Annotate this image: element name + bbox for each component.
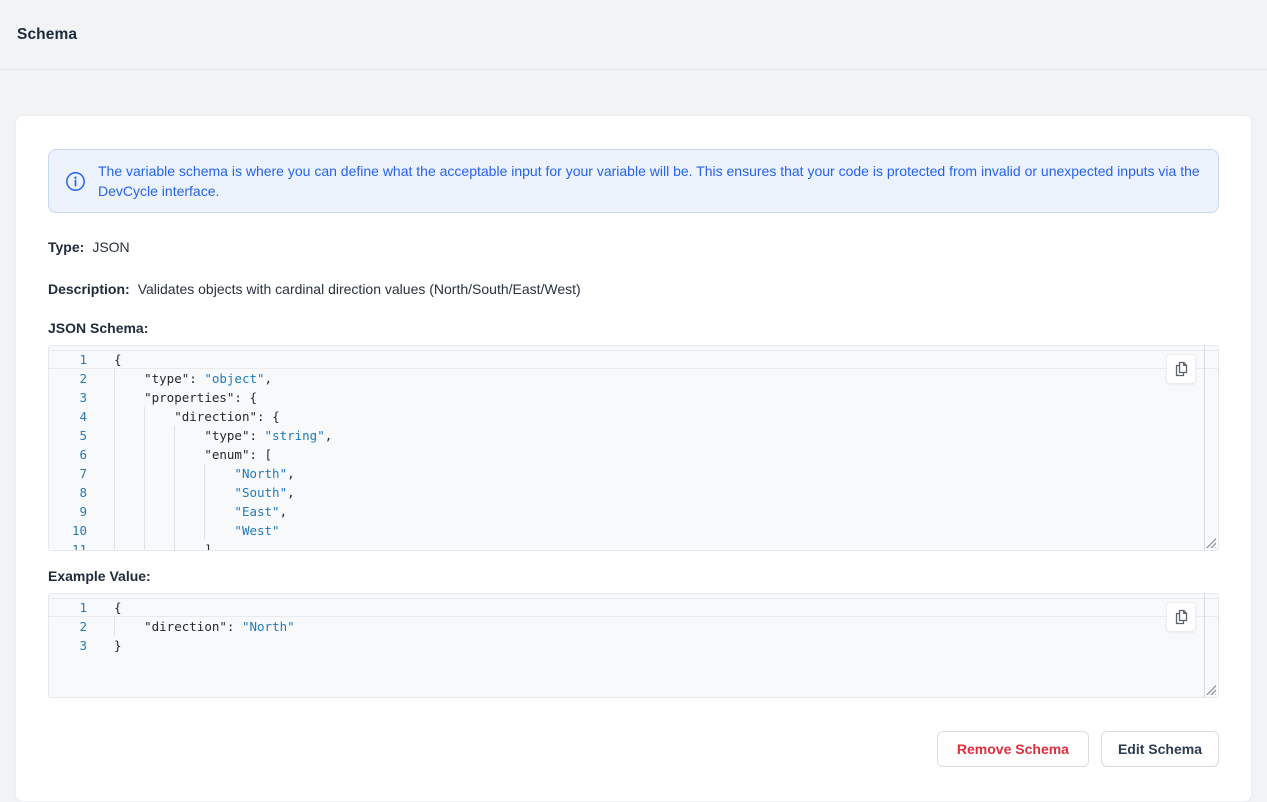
- copy-button[interactable]: [1166, 602, 1196, 632]
- code-text: {: [87, 352, 122, 367]
- code-text: "properties": {: [87, 390, 257, 405]
- json-schema-editor[interactable]: 1{2 "type": "object",3 "properties": {4 …: [48, 345, 1219, 551]
- line-number: 6: [49, 445, 87, 464]
- code-line: 2 "direction": "North": [49, 617, 1218, 636]
- code-text: "direction": {: [87, 409, 280, 424]
- code-text: "East",: [87, 504, 287, 519]
- indent-guide: [144, 407, 145, 426]
- type-value: JSON: [92, 239, 129, 255]
- example-value-label: Example Value:: [48, 568, 1219, 584]
- code-line: 1{: [49, 350, 1218, 369]
- code-text: ]: [87, 542, 212, 551]
- line-number: 2: [49, 369, 87, 388]
- copy-button[interactable]: [1166, 354, 1196, 384]
- code-line: 5 "type": "string",: [49, 426, 1218, 445]
- indent-guide: [174, 483, 175, 502]
- line-number: 3: [49, 636, 87, 655]
- indent-guide: [174, 540, 175, 551]
- indent-guide: [114, 464, 115, 483]
- page-header: Schema: [0, 0, 1267, 70]
- schema-card: The variable schema is where you can def…: [15, 115, 1252, 802]
- indent-guide: [204, 502, 205, 521]
- resize-handle[interactable]: [1205, 684, 1216, 695]
- code-line: 7 "North",: [49, 464, 1218, 483]
- indent-guide: [114, 617, 115, 636]
- info-icon: [65, 171, 86, 192]
- code-line: 9 "East",: [49, 502, 1218, 521]
- indent-guide: [144, 483, 145, 502]
- code-text: "direction": "North": [87, 619, 295, 634]
- indent-guide: [144, 540, 145, 551]
- code-text: "South",: [87, 485, 295, 500]
- remove-schema-button[interactable]: Remove Schema: [937, 731, 1089, 767]
- indent-guide: [114, 369, 115, 388]
- code-text: {: [87, 600, 122, 615]
- type-label: Type:: [48, 239, 84, 255]
- line-number: 4: [49, 407, 87, 426]
- footer-button-row: Remove Schema Edit Schema: [48, 731, 1219, 767]
- code-line: 4 "direction": {: [49, 407, 1218, 426]
- description-value: Validates objects with cardinal directio…: [138, 281, 581, 297]
- code-line: 11 ]: [49, 540, 1218, 551]
- json-schema-label: JSON Schema:: [48, 320, 1219, 336]
- indent-guide: [114, 502, 115, 521]
- editor-scrollbar[interactable]: [1204, 594, 1205, 697]
- alert-text: The variable schema is where you can def…: [98, 161, 1202, 201]
- indent-guide: [144, 426, 145, 445]
- editor-scrollbar[interactable]: [1204, 346, 1205, 550]
- line-number: 10: [49, 521, 87, 540]
- indent-guide: [174, 445, 175, 464]
- code-line: 10 "West": [49, 521, 1218, 540]
- indent-guide: [174, 521, 175, 540]
- indent-guide: [174, 426, 175, 445]
- indent-guide: [204, 483, 205, 502]
- line-number: 3: [49, 388, 87, 407]
- indent-guide: [144, 464, 145, 483]
- code-line: 3}: [49, 636, 1218, 655]
- copy-icon: [1173, 609, 1189, 625]
- code-line: 3 "properties": {: [49, 388, 1218, 407]
- code-line: 8 "South",: [49, 483, 1218, 502]
- copy-icon: [1173, 361, 1189, 377]
- indent-guide: [114, 445, 115, 464]
- line-number: 11: [49, 540, 87, 551]
- info-alert: The variable schema is where you can def…: [48, 149, 1219, 213]
- indent-guide: [174, 502, 175, 521]
- type-row: Type: JSON: [48, 239, 1219, 255]
- line-number: 5: [49, 426, 87, 445]
- page-title: Schema: [17, 26, 77, 44]
- line-number: 7: [49, 464, 87, 483]
- code-line: 1{: [49, 598, 1218, 617]
- code-text: "West": [87, 523, 280, 538]
- line-number: 2: [49, 617, 87, 636]
- code-line: 2 "type": "object",: [49, 369, 1218, 388]
- code-text: "North",: [87, 466, 295, 481]
- edit-schema-button[interactable]: Edit Schema: [1101, 731, 1219, 767]
- example-value-editor[interactable]: 1{2 "direction": "North"3}: [48, 593, 1219, 698]
- indent-guide: [144, 502, 145, 521]
- indent-guide: [114, 407, 115, 426]
- description-label: Description:: [48, 281, 130, 297]
- indent-guide: [144, 445, 145, 464]
- indent-guide: [204, 464, 205, 483]
- indent-guide: [144, 521, 145, 540]
- description-row: Description: Validates objects with cardi…: [48, 281, 1219, 297]
- indent-guide: [114, 540, 115, 551]
- indent-guide: [114, 521, 115, 540]
- line-number: 8: [49, 483, 87, 502]
- indent-guide: [174, 464, 175, 483]
- indent-guide: [114, 388, 115, 407]
- line-number: 1: [49, 598, 87, 617]
- line-number: 1: [49, 350, 87, 369]
- code-text: }: [87, 638, 122, 653]
- code-text: "type": "string",: [87, 428, 332, 443]
- indent-guide: [114, 483, 115, 502]
- code-line: 6 "enum": [: [49, 445, 1218, 464]
- indent-guide: [114, 426, 115, 445]
- line-number: 9: [49, 502, 87, 521]
- indent-guide: [204, 521, 205, 540]
